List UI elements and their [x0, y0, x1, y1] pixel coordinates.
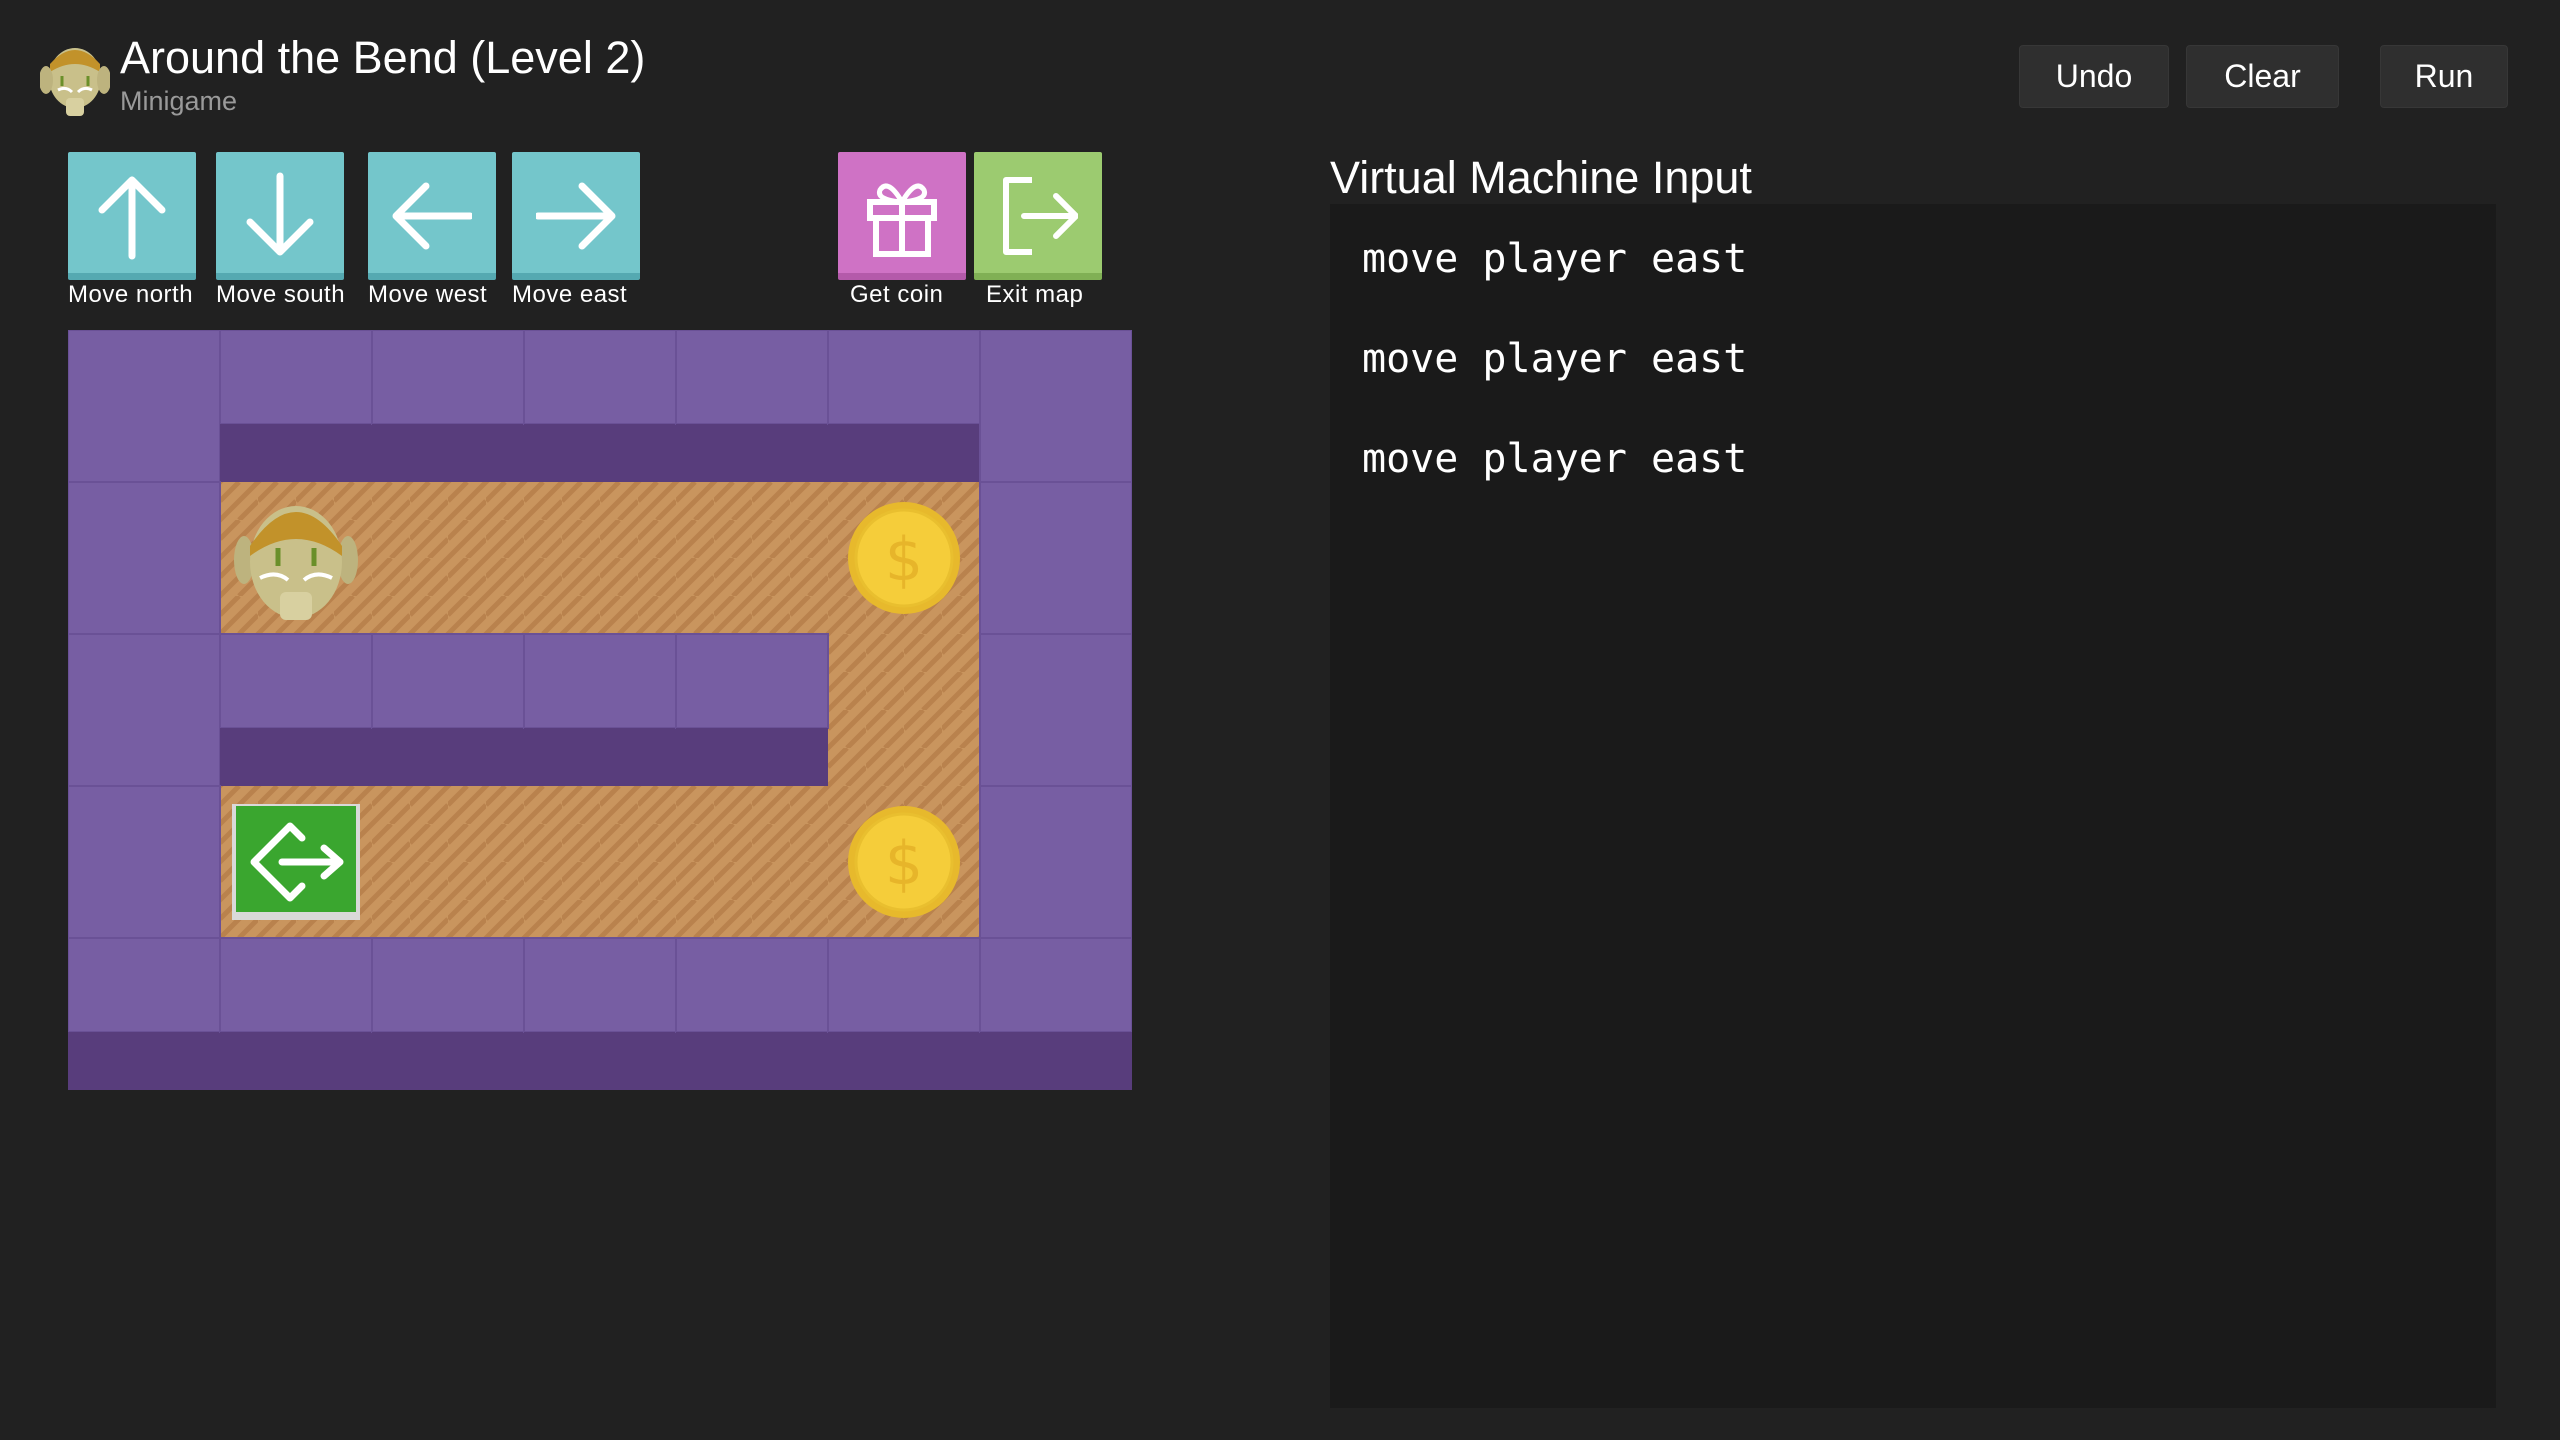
wall-front [372, 1032, 524, 1090]
get-coin-label: Get coin [850, 281, 944, 308]
floor-tile [524, 786, 676, 938]
vm-input-panel[interactable]: move player east move player east move p… [1330, 204, 2496, 1408]
vm-input-title: Virtual Machine Input [1330, 152, 1752, 203]
move-south-button[interactable] [216, 152, 344, 282]
arrow-down-icon [246, 172, 314, 256]
run-button[interactable]: Run [2380, 45, 2508, 108]
exit-map-button[interactable] [974, 152, 1102, 282]
wall-tile [371, 330, 525, 425]
move-west-button[interactable] [368, 152, 496, 282]
wall-tile [219, 330, 373, 425]
floor-tile [676, 482, 828, 634]
floor-tile [372, 786, 524, 938]
wall-tile [68, 937, 221, 1033]
undo-button[interactable]: Undo [2019, 45, 2169, 108]
floor-tile [828, 634, 980, 786]
wall-tile [68, 481, 221, 635]
arrow-right-icon [536, 182, 616, 250]
wall-front [676, 1032, 828, 1090]
wall-tile [219, 633, 373, 729]
wall-tile [523, 633, 677, 729]
wall-tile [979, 633, 1132, 787]
coin-symbol: $ [885, 525, 923, 595]
wall-tile [979, 785, 1132, 939]
wall-front [220, 424, 372, 482]
wall-front [524, 1032, 676, 1090]
wall-tile [675, 330, 829, 425]
wall-tile [827, 330, 981, 425]
wall-tile [523, 330, 677, 425]
game-board: $ $ [68, 330, 1132, 1090]
wall-front [524, 424, 676, 482]
wall-tile [979, 481, 1132, 635]
move-south-label: Move south [216, 281, 346, 308]
wall-tile [371, 937, 525, 1033]
wall-tile [68, 785, 221, 939]
wall-front [372, 424, 524, 482]
wall-tile [979, 937, 1132, 1033]
vm-line[interactable]: move player east [1362, 334, 1747, 384]
wall-tile [219, 937, 373, 1033]
wall-tile [371, 633, 525, 729]
player-beard [280, 592, 312, 620]
floor-tile [524, 482, 676, 634]
move-east-button[interactable] [512, 152, 640, 282]
wall-front [828, 1032, 980, 1090]
wall-front [828, 424, 980, 482]
wall-front [372, 728, 524, 786]
wall-front [524, 728, 676, 786]
wall-front [676, 424, 828, 482]
wall-tile [979, 330, 1132, 483]
wall-tile [675, 633, 829, 729]
goblin-avatar-icon [40, 48, 110, 116]
move-west-label: Move west [368, 281, 488, 308]
header: Around the Bend (Level 2) Minigame Undo … [0, 0, 2560, 140]
game-board-canvas: $$ [68, 330, 1132, 1090]
wall-tile [523, 937, 677, 1033]
gift-icon [867, 183, 937, 257]
wall-tile [68, 330, 221, 483]
exit-icon [1003, 177, 1078, 255]
move-north-label: Move north [68, 281, 194, 308]
get-coin-button[interactable] [838, 152, 966, 282]
wall-front [68, 1032, 220, 1090]
wall-front [980, 1032, 1132, 1090]
clear-button[interactable]: Clear [2186, 45, 2339, 108]
floor-tile [676, 786, 828, 938]
move-north-button[interactable] [68, 152, 196, 282]
arrow-left-icon [392, 182, 472, 250]
page-title: Around the Bend (Level 2) [120, 32, 646, 83]
wall-front [220, 1032, 372, 1090]
page-subtitle: Minigame [120, 86, 238, 116]
coin-symbol: $ [885, 829, 923, 899]
wall-front [676, 728, 828, 786]
wall-front [220, 728, 372, 786]
move-east-label: Move east [512, 281, 628, 308]
wall-tile [827, 937, 981, 1033]
vm-line[interactable]: move player east [1362, 434, 1747, 484]
wall-tile [68, 633, 221, 787]
vm-line[interactable]: move player east [1362, 234, 1747, 284]
exit-map-label: Exit map [986, 281, 1084, 308]
floor-tile [372, 482, 524, 634]
arrow-up-icon [98, 176, 166, 260]
wall-tile [675, 937, 829, 1033]
